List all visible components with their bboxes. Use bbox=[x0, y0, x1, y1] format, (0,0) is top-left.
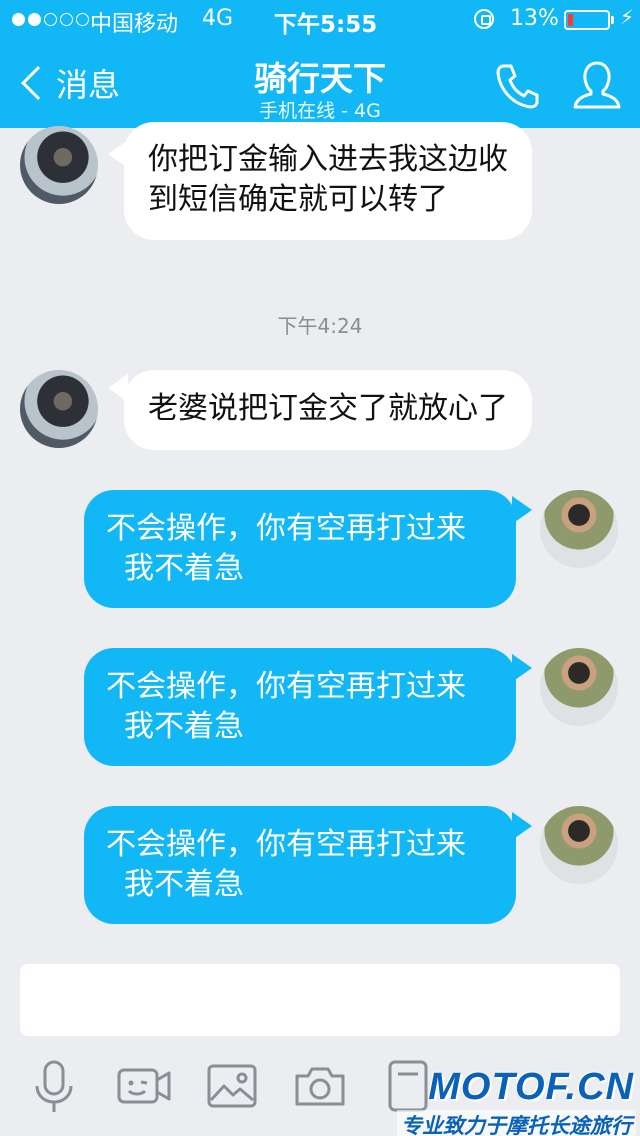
my-avatar[interactable] bbox=[540, 490, 618, 568]
battery-icon bbox=[564, 10, 610, 30]
message-bubble-outgoing[interactable]: 不会操作，你有空再打过来 我不着急 bbox=[84, 806, 516, 924]
video-icon[interactable] bbox=[114, 1056, 174, 1116]
message-bubble-outgoing[interactable]: 不会操作，你有空再打过来 我不着急 bbox=[84, 490, 516, 608]
message-bubble-outgoing[interactable]: 不会操作，你有空再打过来 我不着急 bbox=[84, 648, 516, 766]
network-type: 4G bbox=[202, 6, 234, 31]
message-line: 我不着急 bbox=[124, 709, 244, 744]
message-line: 我不着急 bbox=[124, 551, 244, 586]
phone-icon[interactable] bbox=[490, 58, 544, 112]
charging-bolt-icon: ⚡ bbox=[620, 5, 635, 29]
message-line: 到短信确定就可以转了 bbox=[148, 182, 448, 217]
message-input[interactable] bbox=[20, 964, 620, 1036]
top-bar: 中国移动 4G 下午5:55 13% ⚡ 消息 骑行天下 手机在线 - 4G bbox=[0, 0, 640, 128]
message-line: 不会操作，你有空再打过来 bbox=[106, 669, 466, 704]
message-bubble-incoming[interactable]: 你把订金输入进去我这边收 到短信确定就可以转了 bbox=[124, 122, 532, 240]
message-line: 不会操作，你有空再打过来 bbox=[106, 827, 466, 862]
carrier-name: 中国移动 bbox=[90, 12, 179, 37]
message-timestamp: 下午4:24 bbox=[277, 314, 363, 338]
battery-tip bbox=[611, 16, 614, 24]
signal-strength-icon bbox=[12, 13, 89, 26]
rotation-lock-icon bbox=[474, 9, 494, 29]
my-avatar[interactable] bbox=[540, 806, 618, 884]
camera-icon[interactable] bbox=[290, 1056, 350, 1116]
chat-subtitle: 手机在线 - 4G bbox=[259, 100, 381, 122]
contact-avatar[interactable] bbox=[20, 126, 98, 204]
message-line: 我不着急 bbox=[124, 867, 244, 902]
microphone-icon[interactable] bbox=[24, 1056, 84, 1116]
watermark-tagline: 专业致力于摩托长途旅行 bbox=[397, 1110, 636, 1136]
contact-avatar[interactable] bbox=[20, 370, 98, 448]
status-time: 下午5:55 bbox=[274, 12, 378, 38]
status-bar: 中国移动 4G 下午5:55 13% ⚡ bbox=[0, 0, 640, 40]
message-line: 老婆说把订金交了就放心了 bbox=[148, 391, 508, 426]
image-icon[interactable] bbox=[202, 1056, 262, 1116]
watermark: MOTOF.CN 专业致力于摩托长途旅行 bbox=[396, 1062, 640, 1136]
battery-percent: 13% bbox=[510, 6, 559, 31]
profile-icon[interactable] bbox=[570, 58, 624, 112]
message-line: 不会操作，你有空再打过来 bbox=[106, 511, 466, 546]
watermark-logo: MOTOF.CN bbox=[428, 1066, 634, 1108]
message-bubble-incoming[interactable]: 老婆说把订金交了就放心了 bbox=[124, 370, 532, 450]
chat-title: 骑行天下 bbox=[254, 59, 386, 98]
message-line: 你把订金输入进去我这边收 bbox=[148, 142, 508, 177]
my-avatar[interactable] bbox=[540, 648, 618, 726]
